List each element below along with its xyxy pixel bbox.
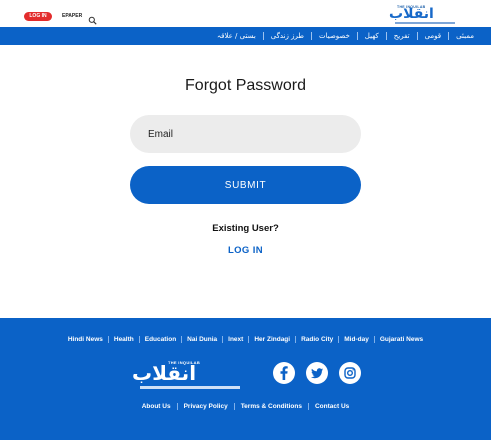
- footer-link-gujarati-news[interactable]: Gujarati News: [375, 336, 428, 343]
- footer-link-health[interactable]: Health: [109, 336, 139, 343]
- nav-item-5[interactable]: خصوصیات: [312, 27, 357, 45]
- site-logo[interactable]: THE INQUILAB انقلاب: [387, 5, 467, 25]
- footer-link-inext[interactable]: Inext: [223, 336, 248, 343]
- nav-list: ممبئی قومی تفریح کھیل خصوصیات طرز زندگی بستی /…: [210, 27, 481, 45]
- submit-button[interactable]: SUBMIT: [130, 166, 361, 204]
- footer-link-nai-dunia[interactable]: Nai Dunia: [182, 336, 222, 343]
- epaper-link[interactable]: EPAPER: [62, 12, 82, 21]
- nav-item-4[interactable]: کھیل: [358, 27, 386, 45]
- existing-user-text: Existing User?: [212, 223, 279, 234]
- nav-item-6[interactable]: طرز زندگی: [264, 27, 311, 45]
- header-login-button[interactable]: LOG IN: [24, 12, 52, 21]
- footer-link-mid-day[interactable]: Mid-day: [339, 336, 374, 343]
- footer-bottom-link-about-us[interactable]: About Us: [136, 403, 177, 410]
- footer-bottom-link-privacy-policy[interactable]: Privacy Policy: [178, 403, 234, 410]
- footer-bottom-link-contact-us[interactable]: Contact Us: [309, 403, 355, 410]
- logo-urdu-text: انقلاب: [389, 6, 434, 22]
- nav-item-2[interactable]: قومی: [418, 27, 449, 45]
- search-icon[interactable]: [88, 12, 97, 25]
- page-title: Forgot Password: [185, 77, 306, 94]
- footer-bottom-link-terms-conditions[interactable]: Terms & Conditions: [235, 403, 308, 410]
- login-link[interactable]: LOG IN: [0, 245, 491, 256]
- footer-logo-tagline: [140, 386, 240, 389]
- top-bar: LOG IN EPAPER THE INQUILAB انقلاب: [0, 0, 491, 27]
- main-nav: ممبئی قومی تفریح کھیل خصوصیات طرز زندگی بستی /…: [0, 27, 491, 45]
- nav-item-1[interactable]: ممبئی: [449, 27, 481, 45]
- twitter-icon[interactable]: [306, 362, 328, 384]
- footer-bottom-links: About Us Privacy Policy Terms & Conditions…: [0, 403, 491, 410]
- nav-item-7[interactable]: بستی / علاقہ: [210, 27, 263, 45]
- footer-link-education[interactable]: Education: [140, 336, 181, 343]
- logo-tagline: [395, 22, 455, 24]
- footer: Hindi News Health Education Nai Dunia Inext H…: [0, 318, 491, 440]
- nav-item-3[interactable]: تفریح: [387, 27, 417, 45]
- footer-link-her-zindagi[interactable]: Her Zindagi: [249, 336, 295, 343]
- footer-network-links: Hindi News Health Education Nai Dunia Inext H…: [0, 336, 491, 343]
- email-field[interactable]: [130, 115, 361, 153]
- facebook-icon[interactable]: [273, 362, 295, 384]
- footer-logo-urdu-text: انقلاب: [132, 361, 197, 385]
- footer-link-hindi-news[interactable]: Hindi News: [63, 336, 108, 343]
- footer-link-radio-city[interactable]: Radio City: [296, 336, 338, 343]
- instagram-icon[interactable]: [339, 362, 361, 384]
- page: LOG IN EPAPER THE INQUILAB انقلاب ممبئی ق…: [0, 0, 491, 440]
- footer-logo[interactable]: THE INQUILAB انقلاب: [128, 359, 256, 393]
